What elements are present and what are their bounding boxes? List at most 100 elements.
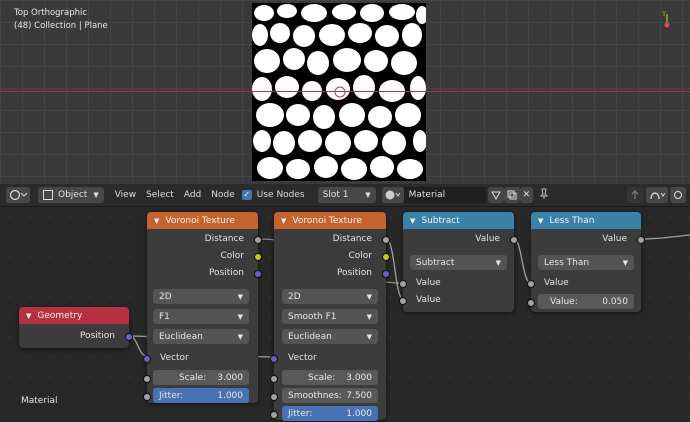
subtract-output-socket[interactable] xyxy=(510,236,518,244)
voronoi2-dimensions-select[interactable]: 2D ▼ xyxy=(282,289,378,304)
subtract-title: Subtract xyxy=(421,215,460,226)
geometry-node-header[interactable]: ▼ Geometry xyxy=(19,307,129,324)
lessthan-threshold-field[interactable]: Value: 0.050 xyxy=(538,294,634,309)
voronoi1-metric-select[interactable]: Euclidean ▼ xyxy=(153,329,249,344)
geometry-position-socket[interactable] xyxy=(125,333,133,341)
voronoi2-distance-socket[interactable] xyxy=(382,236,390,244)
duplicate-material-icon[interactable] xyxy=(503,187,520,203)
pin-icon[interactable] xyxy=(533,188,555,203)
link-lessthan-output xyxy=(640,234,690,240)
voronoi2-title: Voronoi Texture xyxy=(292,215,362,226)
material-browse-button[interactable] xyxy=(381,187,404,203)
menu-select[interactable]: Select xyxy=(141,190,179,200)
axis-gizmo-icon[interactable]: Y xyxy=(656,8,678,30)
voronoi2-color-socket[interactable] xyxy=(382,253,390,261)
voronoi2-color-label: Color xyxy=(348,251,373,261)
menu-add[interactable]: Add xyxy=(179,190,206,200)
geometry-node[interactable]: ▼ Geometry Position xyxy=(19,307,133,348)
collapse-icon[interactable]: ▼ xyxy=(154,217,159,225)
lessthan-operation-select[interactable]: Less Than ▼ xyxy=(538,255,634,270)
lessthan-threshold-label: Value: xyxy=(550,296,578,307)
subtract-input2-label: Value xyxy=(416,295,441,305)
object-mode-select[interactable]: Object ▼ xyxy=(38,187,104,203)
lessthan-input-socket[interactable] xyxy=(527,280,535,288)
3d-viewport[interactable]: Top Orthographic (48) Collection | Plane… xyxy=(0,0,690,184)
slot-label: Slot 1 xyxy=(322,190,349,200)
parent-node-tree-icon[interactable] xyxy=(627,187,643,203)
viewport-view-name: Top Orthographic xyxy=(14,8,88,18)
voronoi-texture-node-1[interactable]: ▼ Voronoi Texture Distance Color Positio… xyxy=(143,212,262,403)
lessthan-title: Less Than xyxy=(549,215,595,226)
chevron-down-icon: ▼ xyxy=(366,292,372,301)
voronoi1-jitter-field[interactable]: Jitter: 1.000 xyxy=(153,388,249,403)
fake-user-icon[interactable] xyxy=(487,187,504,203)
material-name-field[interactable]: Material xyxy=(403,187,486,203)
subtract-operation-select[interactable]: Subtract ▼ xyxy=(410,255,507,270)
lessthan-threshold-socket[interactable] xyxy=(527,299,535,307)
voronoi2-header[interactable]: ▼ Voronoi Texture xyxy=(274,212,386,229)
voronoi1-feature-select[interactable]: F1 ▼ xyxy=(153,309,249,324)
voronoi1-scale-field[interactable]: Scale: 3.000 xyxy=(153,370,249,385)
lessthan-header[interactable]: ▼ Less Than xyxy=(531,212,641,229)
voronoi1-jitter-socket[interactable] xyxy=(143,393,151,401)
collapse-icon[interactable]: ▼ xyxy=(26,312,31,320)
less-than-node[interactable]: ▼ Less Than Value Less Than ▼ Value Value… xyxy=(527,212,645,312)
node-editor-header: Object ▼ View Select Add Node ✓ Use Node… xyxy=(0,184,690,207)
menu-view[interactable]: View xyxy=(110,190,141,200)
voronoi-texture-node-2[interactable]: ▼ Voronoi Texture Distance Color Positio… xyxy=(270,212,390,421)
voronoi2-position-label: Position xyxy=(336,268,372,278)
voronoi2-smoothness-socket[interactable] xyxy=(270,393,278,401)
use-nodes-toggle[interactable]: ✓ Use Nodes xyxy=(241,190,310,200)
node-editor-canvas[interactable]: ▼ Geometry Position ▼ Voronoi Texture Di… xyxy=(0,207,690,422)
link-subtract-to-lessthan xyxy=(513,238,532,284)
voronoi1-scale-label: Scale: xyxy=(179,372,207,383)
subtract-header[interactable]: ▼ Subtract xyxy=(403,212,514,229)
voronoi2-jitter-field[interactable]: Jitter: 1.000 xyxy=(282,406,378,421)
subtract-input1-label: Value xyxy=(416,278,441,288)
collapse-icon[interactable]: ▼ xyxy=(538,217,543,225)
subtract-input2-socket[interactable] xyxy=(399,297,407,305)
voronoi2-scale-value: 3.000 xyxy=(346,372,372,383)
material-sphere-icon xyxy=(385,190,401,200)
voronoi2-jitter-socket[interactable] xyxy=(270,411,278,419)
voronoi1-distance-socket[interactable] xyxy=(254,236,262,244)
voronoi2-scale-socket[interactable] xyxy=(270,375,278,383)
collapse-icon[interactable]: ▼ xyxy=(410,217,415,225)
chevron-down-icon: ▼ xyxy=(237,312,243,321)
lessthan-output-socket[interactable] xyxy=(637,236,645,244)
voronoi1-position-socket[interactable] xyxy=(254,270,262,278)
svg-text:Y: Y xyxy=(661,10,667,18)
material-breadcrumb: Material xyxy=(21,396,58,406)
voronoi2-smoothness-field[interactable]: Smoothnes: 7.500 xyxy=(282,388,378,403)
voronoi1-scale-socket[interactable] xyxy=(143,375,151,383)
chevron-down-icon: ▼ xyxy=(365,191,371,199)
chevron-down-icon: ▼ xyxy=(622,258,628,267)
voronoi1-vector-label: Vector xyxy=(160,353,189,363)
voronoi2-vector-socket[interactable] xyxy=(270,355,278,363)
snap-icon[interactable] xyxy=(646,187,668,203)
collapse-icon[interactable]: ▼ xyxy=(281,217,286,225)
overlay-icon[interactable] xyxy=(670,187,686,203)
unlink-material-icon[interactable]: ✕ xyxy=(519,187,534,203)
checkbox-checked-icon[interactable]: ✓ xyxy=(241,190,252,200)
voronoi2-smoothness-label: Smoothnes: xyxy=(288,390,342,401)
voronoi1-dimensions-select[interactable]: 2D ▼ xyxy=(153,289,249,304)
subtract-input1-socket[interactable] xyxy=(399,280,407,288)
subtract-node[interactable]: ▼ Subtract Value Subtract ▼ Value Value xyxy=(399,212,518,312)
voronoi2-jitter-value: 1.000 xyxy=(346,408,372,419)
voronoi1-vector-socket[interactable] xyxy=(143,355,151,363)
editor-type-icon[interactable] xyxy=(6,187,30,203)
voronoi1-color-socket[interactable] xyxy=(254,253,262,261)
menu-node[interactable]: Node xyxy=(206,190,240,200)
voronoi-render-plane xyxy=(252,3,426,181)
voronoi1-feature-value: F1 xyxy=(159,311,170,322)
lessthan-operation-value: Less Than xyxy=(544,257,590,268)
voronoi1-header[interactable]: ▼ Voronoi Texture xyxy=(147,212,258,229)
voronoi2-position-socket[interactable] xyxy=(382,270,390,278)
voronoi2-scale-field[interactable]: Scale: 3.000 xyxy=(282,370,378,385)
chevron-down-icon: ▼ xyxy=(495,258,501,267)
voronoi1-dimensions-value: 2D xyxy=(159,291,172,302)
voronoi2-metric-select[interactable]: Euclidean ▼ xyxy=(282,329,378,344)
voronoi2-feature-select[interactable]: Smooth F1 ▼ xyxy=(282,309,378,324)
material-slot-select[interactable]: Slot 1 ▼ xyxy=(317,187,376,203)
